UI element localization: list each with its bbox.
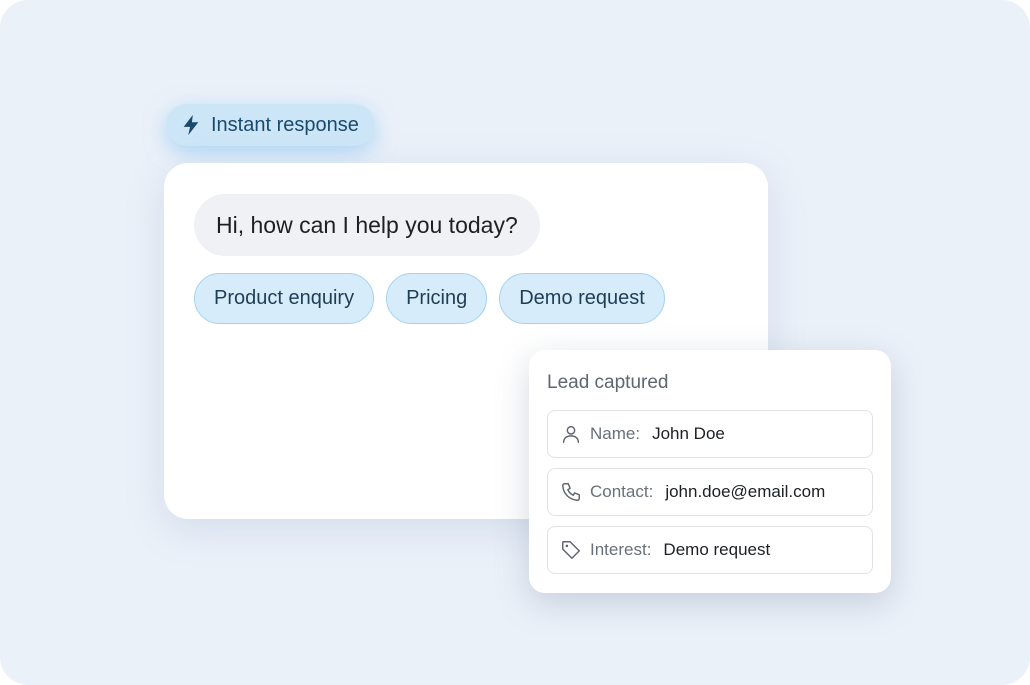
interest-field[interactable]: Interest: Demo request [547,526,873,574]
phone-icon [560,481,582,503]
chat-greeting-bubble: Hi, how can I help you today? [194,194,540,256]
instant-response-badge: Instant response [166,104,375,146]
contact-field-label: Contact: [590,482,654,501]
badge-label: Instant response [211,113,359,136]
lead-card-title: Lead captured [547,372,669,393]
name-field[interactable]: Name: John Doe [547,410,873,458]
interest-field-label: Interest: [590,540,652,559]
name-field-label: Name: [590,424,641,443]
interest-field-value: Demo request [663,540,771,559]
lightning-bolt-icon [180,114,202,136]
contact-field[interactable]: Contact: john.doe@email.com [547,468,873,516]
quick-reply-options: Product enquiry Pricing Demo request [194,273,665,324]
user-icon [560,423,582,445]
lead-captured-card: Lead captured Name: John Doe Contact: jo… [529,350,891,593]
canvas: Instant response Hi, how can I help you … [0,0,1030,685]
option-demo-request[interactable]: Demo request [499,273,665,324]
option-pricing[interactable]: Pricing [386,273,488,324]
option-product-enquiry[interactable]: Product enquiry [194,273,375,324]
name-field-value: John Doe [652,424,725,443]
tag-icon [560,539,582,561]
contact-field-value: john.doe@email.com [665,482,826,501]
